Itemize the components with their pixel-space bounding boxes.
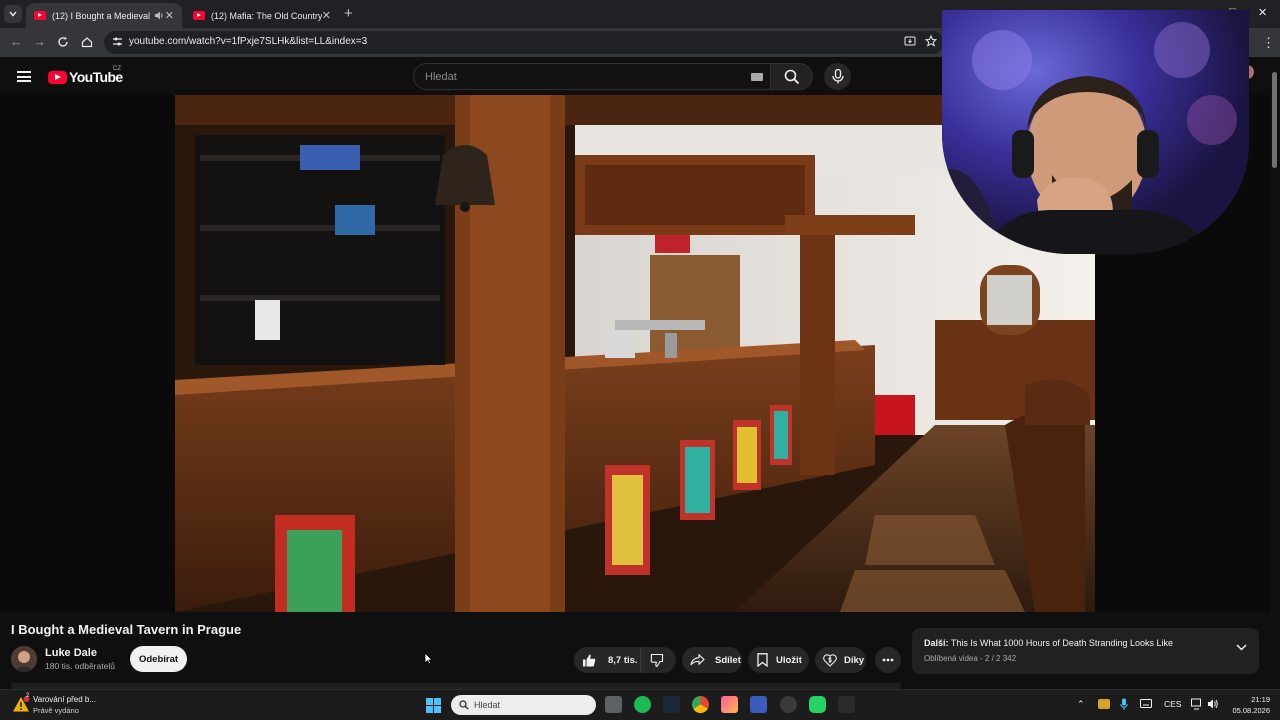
notification-subtitle: Právě vydáno [33, 706, 79, 715]
thanks-label: Díky [844, 654, 865, 666]
mouse-cursor-icon [424, 652, 433, 665]
photos-app-icon[interactable] [721, 696, 738, 713]
youtube-favicon-icon [34, 11, 46, 20]
youtube-favicon-icon [193, 11, 205, 20]
volume-icon[interactable] [1207, 698, 1219, 710]
subscribe-button[interactable]: Odebírat [130, 646, 187, 672]
system-clock[interactable]: 21:19 05.08.2026 [1228, 694, 1270, 716]
video-title: I Bought a Medieval Tavern in Prague [11, 622, 242, 637]
tray-app-icon[interactable] [1098, 699, 1110, 709]
notification-title: Varování před b... [33, 695, 96, 704]
spotify-icon[interactable] [634, 696, 651, 713]
steam-icon[interactable] [663, 696, 680, 713]
speaker-icon[interactable] [154, 11, 165, 20]
bookmark-icon [757, 653, 768, 667]
clock-time: 21:19 [1251, 695, 1270, 704]
windows-taskbar: 2 Varování před b... Právě vydáno Hledat… [0, 689, 1280, 720]
tab-label: (12) Mafia: The Old Country - M [211, 10, 322, 21]
taskbar-search-placeholder: Hledat [474, 700, 501, 710]
thanks-heart-dollar-icon [823, 654, 837, 667]
save-label: Uložit [776, 654, 802, 666]
keyboard-icon[interactable] [1140, 699, 1152, 708]
country-code: CZ [113, 66, 121, 72]
channel-avatar-image [11, 646, 37, 672]
search-placeholder: Hledat [425, 71, 457, 83]
clock-date: 05.08.2026 [1232, 706, 1270, 715]
share-button[interactable]: Sdílet [682, 647, 742, 673]
install-app-icon[interactable] [904, 35, 916, 47]
notification-badge: 2 [26, 693, 30, 699]
network-icon[interactable] [1191, 698, 1203, 710]
search-button[interactable] [771, 63, 813, 90]
thumbs-up-icon [583, 654, 596, 666]
close-tab-icon[interactable]: ✕ [165, 9, 174, 22]
search-icon [784, 69, 800, 85]
close-window-button[interactable]: ✕ [1258, 6, 1267, 19]
hamburger-menu-icon[interactable] [17, 71, 31, 82]
search-icon [459, 700, 469, 710]
bookmark-star-icon[interactable] [925, 35, 937, 47]
youtube-logo[interactable]: YouTube CZ [48, 66, 123, 85]
next-prefix: Další: [924, 638, 949, 648]
chrome-icon[interactable] [692, 696, 709, 713]
save-disk-app-icon[interactable] [750, 696, 767, 713]
share-label: Sdílet [715, 654, 741, 666]
tab-label: (12) I Bought a Medieval Ta [52, 10, 150, 21]
url-text: youtube.com/watch?v=1fPxje7SLHk&list=LL&… [129, 36, 368, 47]
search-input[interactable]: Hledat [413, 63, 771, 90]
home-icon[interactable] [81, 36, 93, 48]
more-horizontal-icon [882, 658, 894, 662]
address-bar[interactable]: youtube.com/watch?v=1fPxje7SLHk&list=LL&… [104, 31, 944, 54]
playlist-next-card[interactable]: Další: This Is What 1000 Hours of Death … [912, 628, 1259, 674]
epic-games-icon[interactable] [838, 696, 855, 713]
back-arrow-icon[interactable]: ← [10, 34, 23, 49]
microphone-icon[interactable] [1120, 698, 1128, 711]
forward-arrow-icon[interactable]: → [33, 34, 46, 49]
windows-start-icon[interactable] [426, 698, 441, 713]
thumbs-down-icon [650, 653, 664, 667]
youtube-play-icon [48, 70, 67, 84]
browser-menu-icon[interactable]: ⋮ [1262, 35, 1275, 51]
chevron-down-icon[interactable] [1236, 644, 1247, 651]
more-actions-button[interactable] [875, 647, 901, 673]
page-scrollbar-thumb[interactable] [1272, 72, 1277, 168]
subscriber-count: 180 tis. odběratelů [45, 661, 115, 671]
keyboard-icon[interactable] [751, 73, 763, 81]
language-indicator[interactable]: CES [1164, 699, 1181, 709]
voice-search-button[interactable] [824, 63, 851, 90]
save-button[interactable]: Uložit [748, 647, 809, 673]
webcam-person-image [942, 10, 1249, 254]
task-view-icon[interactable] [605, 696, 622, 713]
like-button[interactable]: 8,7 tis. [574, 647, 640, 673]
site-info-icon[interactable] [112, 36, 123, 47]
tab-mafia[interactable]: (12) Mafia: The Old Country - M ✕ [185, 3, 339, 28]
channel-avatar[interactable] [11, 646, 37, 672]
new-tab-button[interactable]: + [344, 5, 353, 22]
whatsapp-icon[interactable] [809, 696, 826, 713]
tray-overflow-chevron-icon[interactable]: ⌃ [1077, 699, 1085, 710]
like-count: 8,7 tis. [608, 654, 638, 666]
channel-name[interactable]: Luke Dale [45, 647, 97, 659]
thanks-button[interactable]: Díky [815, 647, 866, 673]
reload-icon[interactable] [57, 36, 69, 48]
tab-search-button[interactable] [4, 5, 22, 23]
tab-medieval-tavern[interactable]: (12) I Bought a Medieval Ta ✕ [26, 3, 182, 28]
share-arrow-icon [690, 654, 705, 666]
next-video-title: This Is What 1000 Hours of Death Strandi… [950, 638, 1173, 648]
microphone-icon [832, 69, 844, 84]
dislike-button[interactable] [640, 647, 676, 673]
chevron-down-icon [9, 11, 17, 17]
close-tab-icon[interactable]: ✕ [322, 9, 331, 22]
obs-icon[interactable] [780, 696, 797, 713]
webcam-overlay [942, 10, 1249, 254]
playlist-position: Oblíbená videa - 2 / 2 342 [924, 654, 1017, 663]
taskbar-search-input[interactable]: Hledat [451, 695, 596, 715]
next-video-line: Další: This Is What 1000 Hours of Death … [924, 638, 1173, 648]
